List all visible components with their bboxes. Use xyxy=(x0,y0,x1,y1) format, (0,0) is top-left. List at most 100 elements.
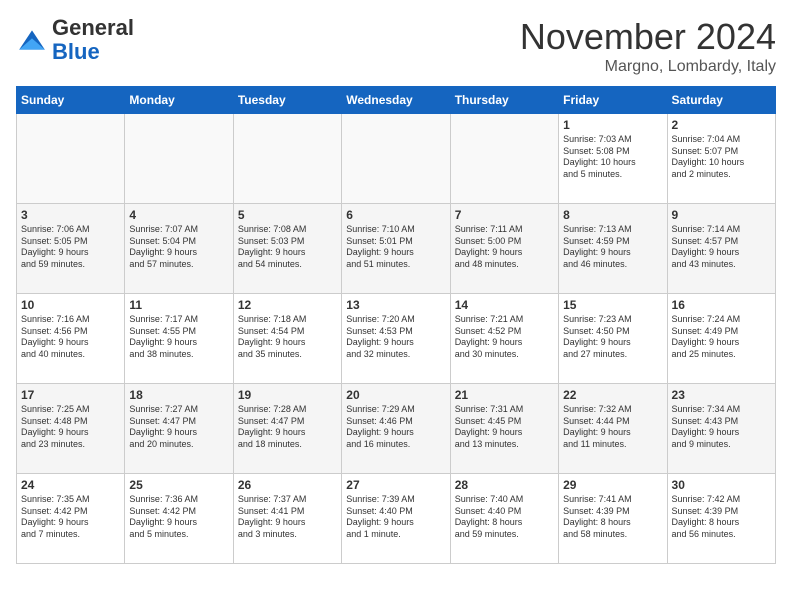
calendar-header-sunday: Sunday xyxy=(17,87,125,114)
month-title: November 2024 xyxy=(520,16,776,58)
day-number: 17 xyxy=(21,388,120,402)
day-info: Sunrise: 7:36 AM Sunset: 4:42 PM Dayligh… xyxy=(129,494,228,541)
day-info: Sunrise: 7:41 AM Sunset: 4:39 PM Dayligh… xyxy=(563,494,662,541)
calendar-cell: 26Sunrise: 7:37 AM Sunset: 4:41 PM Dayli… xyxy=(233,474,341,564)
calendar-header-thursday: Thursday xyxy=(450,87,558,114)
calendar-cell: 8Sunrise: 7:13 AM Sunset: 4:59 PM Daylig… xyxy=(559,204,667,294)
calendar-cell: 22Sunrise: 7:32 AM Sunset: 4:44 PM Dayli… xyxy=(559,384,667,474)
day-info: Sunrise: 7:39 AM Sunset: 4:40 PM Dayligh… xyxy=(346,494,445,541)
calendar-cell xyxy=(125,114,233,204)
day-number: 12 xyxy=(238,298,337,312)
calendar-cell: 30 Sunrise: 7:42 AM Sunset: 4:39 PM Dayli… xyxy=(667,474,775,564)
calendar-cell: 10 Sunrise: 7:16 AM Sunset: 4:56 PM Dayli… xyxy=(17,294,125,384)
day-info: Sunrise: 7:13 AM Sunset: 4:59 PM Dayligh… xyxy=(563,224,662,271)
calendar-header-tuesday: Tuesday xyxy=(233,87,341,114)
day-info: Sunrise: 7:34 AM Sunset: 4:43 PM Dayligh… xyxy=(672,404,771,451)
calendar-week-row: 24 Sunrise: 7:35 AM Sunset: 4:42 PM Dayli… xyxy=(17,474,776,564)
day-number: 7 xyxy=(455,208,554,222)
day-number: 21 xyxy=(455,388,554,402)
day-info: Sunrise: 7:18 AM Sunset: 4:54 PM Dayligh… xyxy=(238,314,337,361)
calendar-cell: 21Sunrise: 7:31 AM Sunset: 4:45 PM Dayli… xyxy=(450,384,558,474)
day-info: Sunrise: 7:32 AM Sunset: 4:44 PM Dayligh… xyxy=(563,404,662,451)
day-number: 28 xyxy=(455,478,554,492)
calendar-cell: 6Sunrise: 7:10 AM Sunset: 5:01 PM Daylig… xyxy=(342,204,450,294)
calendar-cell: 15Sunrise: 7:23 AM Sunset: 4:50 PM Dayli… xyxy=(559,294,667,384)
day-info: Sunrise: 7:42 AM Sunset: 4:39 PM Dayligh… xyxy=(672,494,771,541)
location: Margno, Lombardy, Italy xyxy=(520,58,776,76)
day-number: 11 xyxy=(129,298,228,312)
day-number: 15 xyxy=(563,298,662,312)
calendar-week-row: 10 Sunrise: 7:16 AM Sunset: 4:56 PM Dayli… xyxy=(17,294,776,384)
calendar-cell: 19 Sunrise: 7:28 AM Sunset: 4:47 PM Dayli… xyxy=(233,384,341,474)
calendar-header-row: SundayMondayTuesdayWednesdayThursdayFrid… xyxy=(17,87,776,114)
day-number: 2 xyxy=(672,118,771,132)
day-info: Sunrise: 7:29 AM Sunset: 4:46 PM Dayligh… xyxy=(346,404,445,451)
calendar-cell: 23 Sunrise: 7:34 AM Sunset: 4:43 PM Dayli… xyxy=(667,384,775,474)
calendar-cell: 18Sunrise: 7:27 AM Sunset: 4:47 PM Dayli… xyxy=(125,384,233,474)
day-info: Sunrise: 7:14 AM Sunset: 4:57 PM Dayligh… xyxy=(672,224,771,271)
calendar-cell: 12 Sunrise: 7:18 AM Sunset: 4:54 PM Dayli… xyxy=(233,294,341,384)
calendar-cell: 27 Sunrise: 7:39 AM Sunset: 4:40 PM Dayli… xyxy=(342,474,450,564)
calendar-cell: 1 Sunrise: 7:03 AM Sunset: 5:08 PM Daylig… xyxy=(559,114,667,204)
calendar-week-row: 17 Sunrise: 7:25 AM Sunset: 4:48 PM Dayli… xyxy=(17,384,776,474)
logo-blue-text: Blue xyxy=(52,39,100,64)
day-number: 29 xyxy=(563,478,662,492)
day-info: Sunrise: 7:25 AM Sunset: 4:48 PM Dayligh… xyxy=(21,404,120,451)
calendar-cell: 24 Sunrise: 7:35 AM Sunset: 4:42 PM Dayli… xyxy=(17,474,125,564)
day-number: 23 xyxy=(672,388,771,402)
day-number: 25 xyxy=(129,478,228,492)
day-number: 20 xyxy=(346,388,445,402)
calendar-cell: 7 Sunrise: 7:11 AM Sunset: 5:00 PM Daylig… xyxy=(450,204,558,294)
logo: General Blue xyxy=(16,16,134,64)
logo-icon xyxy=(16,24,48,56)
day-info: Sunrise: 7:03 AM Sunset: 5:08 PM Dayligh… xyxy=(563,134,662,181)
day-info: Sunrise: 7:16 AM Sunset: 4:56 PM Dayligh… xyxy=(21,314,120,361)
day-number: 9 xyxy=(672,208,771,222)
day-number: 13 xyxy=(346,298,445,312)
calendar-cell: 5Sunrise: 7:08 AM Sunset: 5:03 PM Daylig… xyxy=(233,204,341,294)
calendar-cell: 20 Sunrise: 7:29 AM Sunset: 4:46 PM Dayli… xyxy=(342,384,450,474)
day-info: Sunrise: 7:40 AM Sunset: 4:40 PM Dayligh… xyxy=(455,494,554,541)
calendar-cell: 3 Sunrise: 7:06 AM Sunset: 5:05 PM Daylig… xyxy=(17,204,125,294)
calendar-week-row: 1 Sunrise: 7:03 AM Sunset: 5:08 PM Daylig… xyxy=(17,114,776,204)
calendar-cell: 17 Sunrise: 7:25 AM Sunset: 4:48 PM Dayli… xyxy=(17,384,125,474)
day-info: Sunrise: 7:35 AM Sunset: 4:42 PM Dayligh… xyxy=(21,494,120,541)
calendar-header-friday: Friday xyxy=(559,87,667,114)
day-info: Sunrise: 7:27 AM Sunset: 4:47 PM Dayligh… xyxy=(129,404,228,451)
calendar-cell xyxy=(450,114,558,204)
day-info: Sunrise: 7:17 AM Sunset: 4:55 PM Dayligh… xyxy=(129,314,228,361)
day-number: 24 xyxy=(21,478,120,492)
day-info: Sunrise: 7:24 AM Sunset: 4:49 PM Dayligh… xyxy=(672,314,771,361)
page-header: General Blue November 2024 Margno, Lomba… xyxy=(16,16,776,76)
calendar-cell: 13 Sunrise: 7:20 AM Sunset: 4:53 PM Dayli… xyxy=(342,294,450,384)
calendar-cell: 28 Sunrise: 7:40 AM Sunset: 4:40 PM Dayli… xyxy=(450,474,558,564)
day-number: 1 xyxy=(563,118,662,132)
day-number: 27 xyxy=(346,478,445,492)
calendar-header-monday: Monday xyxy=(125,87,233,114)
title-block: November 2024 Margno, Lombardy, Italy xyxy=(520,16,776,76)
day-info: Sunrise: 7:28 AM Sunset: 4:47 PM Dayligh… xyxy=(238,404,337,451)
calendar-week-row: 3 Sunrise: 7:06 AM Sunset: 5:05 PM Daylig… xyxy=(17,204,776,294)
day-number: 6 xyxy=(346,208,445,222)
day-info: Sunrise: 7:04 AM Sunset: 5:07 PM Dayligh… xyxy=(672,134,771,181)
day-info: Sunrise: 7:11 AM Sunset: 5:00 PM Dayligh… xyxy=(455,224,554,271)
day-number: 4 xyxy=(129,208,228,222)
day-number: 10 xyxy=(21,298,120,312)
day-info: Sunrise: 7:20 AM Sunset: 4:53 PM Dayligh… xyxy=(346,314,445,361)
day-info: Sunrise: 7:06 AM Sunset: 5:05 PM Dayligh… xyxy=(21,224,120,271)
calendar-cell: 11 Sunrise: 7:17 AM Sunset: 4:55 PM Dayli… xyxy=(125,294,233,384)
calendar-cell: 4Sunrise: 7:07 AM Sunset: 5:04 PM Daylig… xyxy=(125,204,233,294)
day-number: 26 xyxy=(238,478,337,492)
calendar-cell: 9 Sunrise: 7:14 AM Sunset: 4:57 PM Daylig… xyxy=(667,204,775,294)
calendar-cell xyxy=(342,114,450,204)
day-number: 19 xyxy=(238,388,337,402)
calendar-cell: 25 Sunrise: 7:36 AM Sunset: 4:42 PM Dayli… xyxy=(125,474,233,564)
calendar-cell: 16 Sunrise: 7:24 AM Sunset: 4:49 PM Dayli… xyxy=(667,294,775,384)
day-info: Sunrise: 7:08 AM Sunset: 5:03 PM Dayligh… xyxy=(238,224,337,271)
calendar-table: SundayMondayTuesdayWednesdayThursdayFrid… xyxy=(16,86,776,564)
day-number: 30 xyxy=(672,478,771,492)
calendar-header-saturday: Saturday xyxy=(667,87,775,114)
day-number: 3 xyxy=(21,208,120,222)
day-info: Sunrise: 7:21 AM Sunset: 4:52 PM Dayligh… xyxy=(455,314,554,361)
day-number: 16 xyxy=(672,298,771,312)
